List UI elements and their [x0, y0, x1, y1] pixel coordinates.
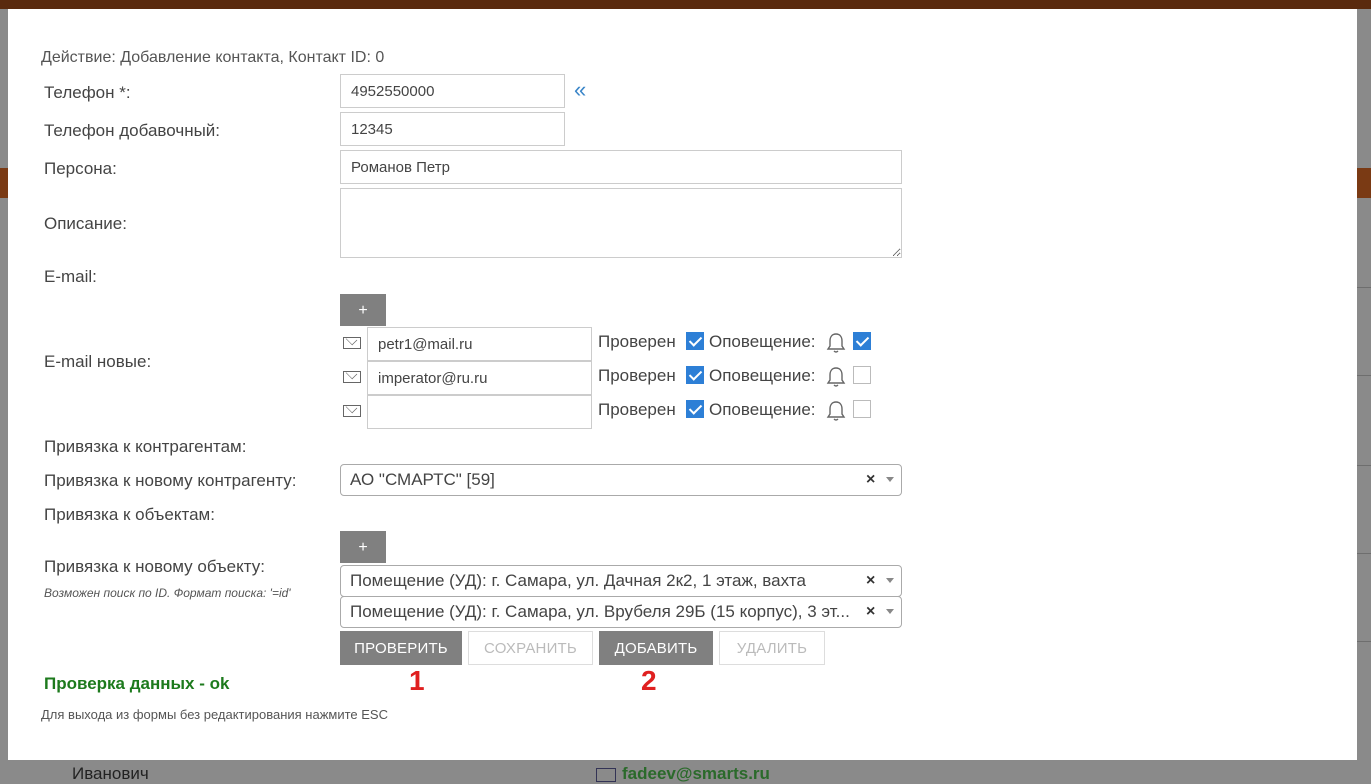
background-row-divider	[1357, 465, 1371, 466]
bell-icon	[826, 367, 846, 387]
email-input-2[interactable]	[367, 361, 592, 395]
object-2-clear-icon[interactable]: ×	[866, 603, 875, 621]
background-row-email-text: fadeev@smarts.ru	[622, 764, 770, 783]
notify-checkbox-1[interactable]	[853, 332, 871, 350]
counterparties-label: Привязка к контрагентам:	[44, 437, 247, 456]
background-row-email: fadeev@smarts.ru	[596, 764, 770, 784]
verified-label-1: Проверен	[598, 332, 676, 351]
background-row-divider	[1357, 553, 1371, 554]
person-input[interactable]	[340, 150, 902, 184]
notify-label-2: Оповещение:	[709, 366, 816, 385]
objects-label: Привязка к объектам:	[44, 505, 215, 524]
mail-icon	[343, 337, 361, 349]
mail-icon	[596, 767, 616, 782]
status-message: Проверка данных - ok	[44, 674, 230, 693]
mail-icon	[343, 405, 361, 417]
email-input-1[interactable]	[367, 327, 592, 361]
notify-label-3: Оповещение:	[709, 400, 816, 419]
verified-checkbox-3[interactable]	[686, 400, 704, 418]
background-row-divider	[1357, 641, 1371, 642]
notify-label-1: Оповещение:	[709, 332, 816, 351]
action-text: Действие: Добавление контакта, Контакт I…	[41, 49, 385, 66]
add-button[interactable]: ДОБАВИТЬ	[599, 631, 713, 665]
email-label: E-mail:	[44, 267, 97, 286]
check-button[interactable]: ПРОВЕРИТЬ	[340, 631, 462, 665]
counterparty-clear-icon[interactable]: ×	[866, 471, 875, 489]
object-1-clear-icon[interactable]: ×	[866, 572, 875, 590]
background-row-name: Иванович	[72, 764, 149, 783]
counterparty-select[interactable]: АО "СМАРТС" [59]	[340, 464, 902, 496]
contact-edit-modal: Действие: Добавление контакта, Контакт I…	[8, 9, 1357, 760]
new-object-label: Привязка к новому объекту:	[44, 557, 265, 576]
person-label: Персона:	[44, 159, 117, 178]
mail-icon	[343, 371, 361, 383]
object-select-2[interactable]: Помещение (УД): г. Самара, ул. Врубеля 2…	[340, 596, 902, 628]
description-textarea[interactable]	[340, 188, 902, 258]
phone-ext-label: Телефон добавочный:	[44, 121, 221, 140]
phone-ext-input[interactable]	[340, 112, 565, 146]
bell-icon	[826, 333, 846, 353]
step-marker-1: 1	[409, 665, 425, 696]
new-counterparty-label: Привязка к новому контрагенту:	[44, 471, 297, 490]
verified-label-3: Проверен	[598, 400, 676, 419]
counterparty-dropdown-icon[interactable]	[886, 477, 894, 482]
object-select-1[interactable]: Помещение (УД): г. Самара, ул. Дачная 2к…	[340, 565, 902, 597]
verified-label-2: Проверен	[598, 366, 676, 385]
description-label: Описание:	[44, 214, 127, 233]
esc-hint: Для выхода из формы без редактирования н…	[41, 707, 388, 722]
new-emails-label: E-mail новые:	[44, 352, 152, 371]
object-1-dropdown-icon[interactable]	[886, 578, 894, 583]
phone-expand-icon[interactable]: «	[574, 77, 586, 103]
object-2-dropdown-icon[interactable]	[886, 609, 894, 614]
object-search-hint: Возможен поиск по ID. Формат поиска: '=i…	[44, 586, 291, 600]
add-object-button[interactable]: +	[340, 531, 386, 563]
step-marker-2: 2	[641, 665, 657, 696]
bell-icon	[826, 401, 846, 421]
delete-button[interactable]: УДАЛИТЬ	[719, 631, 825, 665]
verified-checkbox-1[interactable]	[686, 332, 704, 350]
background-row-divider	[1357, 287, 1371, 288]
notify-checkbox-2[interactable]	[853, 366, 871, 384]
phone-label: Телефон *:	[44, 83, 131, 102]
add-email-button[interactable]: +	[340, 294, 386, 326]
notify-checkbox-3[interactable]	[853, 400, 871, 418]
save-button[interactable]: СОХРАНИТЬ	[468, 631, 593, 665]
background-row-divider	[1357, 375, 1371, 376]
email-input-3[interactable]	[367, 395, 592, 429]
phone-input[interactable]	[340, 74, 565, 108]
verified-checkbox-2[interactable]	[686, 366, 704, 384]
background-header-bar	[0, 0, 1371, 9]
